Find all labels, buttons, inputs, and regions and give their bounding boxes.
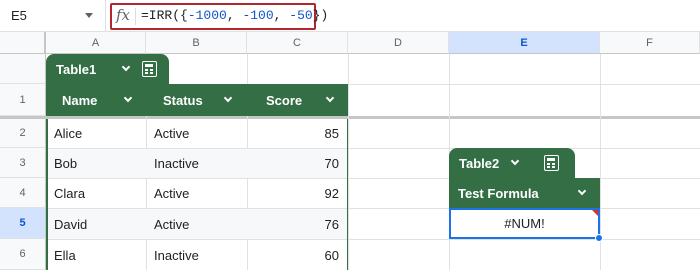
calculator-key: [552, 166, 555, 168]
cell-score[interactable]: 70: [325, 156, 339, 171]
cell-score[interactable]: 76: [325, 217, 339, 232]
cell-name[interactable]: David: [54, 217, 87, 232]
chevron-down-icon[interactable]: [510, 156, 520, 166]
table1-name-tab[interactable]: Table1: [46, 54, 169, 84]
table2-name-tab[interactable]: Table2: [449, 148, 575, 178]
formula-number: -1000: [187, 8, 227, 23]
grid-line: [348, 54, 349, 270]
row-header-2[interactable]: 2: [0, 119, 46, 148]
formula-token: ,: [273, 8, 290, 23]
table1-header-row: Name Status Score: [46, 84, 348, 116]
cell-status[interactable]: Active: [154, 186, 189, 201]
fill-handle[interactable]: [595, 234, 603, 242]
table-row: David Active 76: [48, 209, 347, 239]
formula-input[interactable]: =IRR({-1000, -100, -50}): [141, 8, 328, 23]
column-header-f[interactable]: F: [600, 32, 700, 54]
row-header-1[interactable]: 1: [0, 84, 46, 116]
cell-score[interactable]: 92: [325, 186, 339, 201]
cell-status[interactable]: Active: [154, 217, 189, 232]
calculator-screen: [145, 64, 153, 67]
column-header-c[interactable]: C: [247, 32, 348, 54]
cell-score[interactable]: 60: [325, 248, 339, 263]
calculator-key: [547, 163, 550, 165]
chevron-down-icon[interactable]: [325, 93, 335, 103]
formula-token: }): [312, 8, 329, 23]
column-header-d[interactable]: D: [348, 32, 449, 54]
cell-status[interactable]: Inactive: [154, 156, 199, 171]
row-header-6[interactable]: 6: [0, 239, 46, 270]
calculator-screen: [547, 158, 555, 161]
calculator-icon[interactable]: [544, 155, 559, 171]
calculator-key: [150, 69, 153, 71]
select-all-corner[interactable]: [0, 32, 46, 54]
table2-name: Table2: [459, 156, 500, 171]
table-row: Alice Active 85: [48, 119, 347, 148]
formula-number: -50: [289, 8, 313, 23]
calculator-key: [145, 72, 148, 74]
calculator-key: [145, 69, 148, 71]
row-header-spacer: [0, 54, 46, 84]
frozen-divider: [44, 32, 46, 54]
table-row: Clara Active 92: [48, 179, 347, 208]
header-score[interactable]: Score: [266, 93, 302, 108]
cell-value-error: #NUM!: [504, 216, 545, 231]
selected-cell-e5[interactable]: #NUM!: [449, 208, 600, 239]
formula-token: ,: [226, 8, 243, 23]
calculator-key: [150, 72, 153, 74]
table1-name: Table1: [56, 62, 97, 77]
chevron-down-icon[interactable]: [123, 93, 133, 103]
cell-name[interactable]: Clara: [54, 186, 85, 201]
chevron-down-icon[interactable]: [121, 62, 131, 72]
column-header-e[interactable]: E: [449, 32, 600, 54]
cell-name[interactable]: Bob: [54, 156, 77, 171]
header-status[interactable]: Status: [163, 93, 203, 108]
row-header-3[interactable]: 3: [0, 148, 46, 178]
calculator-icon[interactable]: [142, 61, 157, 77]
cell-score[interactable]: 85: [325, 126, 339, 141]
calculator-key: [552, 163, 555, 165]
chevron-down-icon[interactable]: [577, 186, 587, 196]
calculator-key: [547, 166, 550, 168]
cell-name[interactable]: Alice: [54, 126, 82, 141]
dropdown-arrow-icon[interactable]: [85, 13, 93, 18]
header-name[interactable]: Name: [62, 93, 97, 108]
cell-status[interactable]: Inactive: [154, 248, 199, 263]
chevron-down-icon[interactable]: [223, 93, 233, 103]
column-header-a[interactable]: A: [46, 32, 146, 54]
name-box-value[interactable]: E5: [11, 8, 27, 23]
formula-separator: [135, 8, 136, 25]
error-triangle-icon[interactable]: [592, 210, 598, 216]
row-header-4[interactable]: 4: [0, 178, 46, 208]
formula-token: =IRR({: [141, 8, 188, 23]
table1-right-border: [347, 119, 348, 270]
header-test-formula[interactable]: Test Formula: [458, 186, 539, 201]
cell-name[interactable]: Ella: [54, 248, 76, 263]
formula-number: -100: [242, 8, 274, 23]
table-row: Ella Inactive 60: [48, 240, 347, 270]
row-header-5[interactable]: 5: [0, 208, 46, 239]
table-row: Bob Inactive 70: [48, 149, 347, 178]
fx-icon: fx: [116, 6, 131, 24]
cell-status[interactable]: Active: [154, 126, 189, 141]
column-header-b[interactable]: B: [146, 32, 247, 54]
table2-header-row: Test Formula: [449, 178, 600, 208]
